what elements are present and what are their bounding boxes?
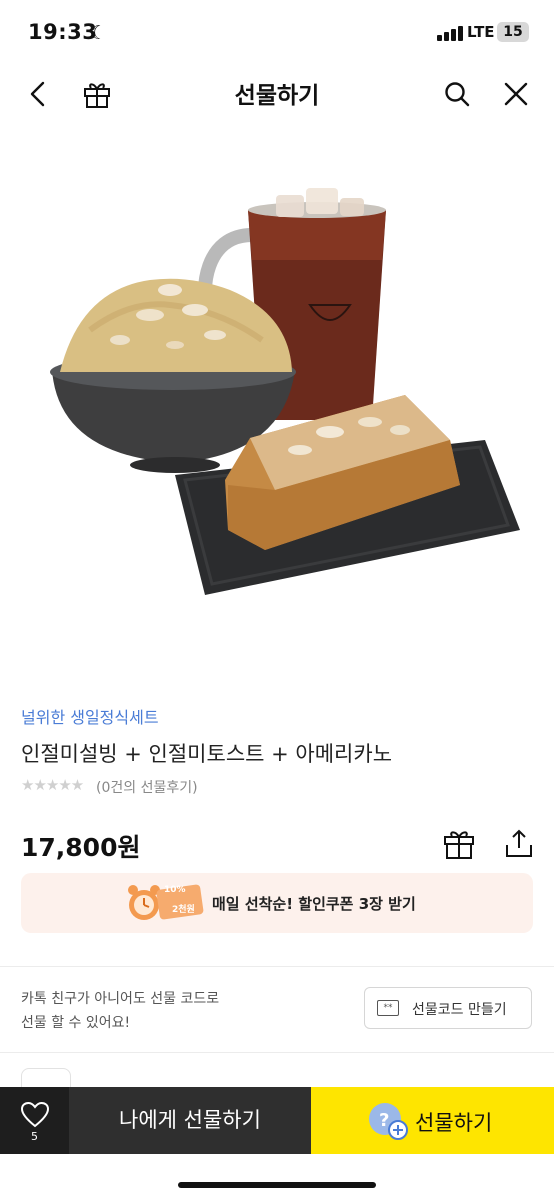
- like-count: 5: [31, 1130, 38, 1143]
- send-gift-label: 선물하기: [415, 1111, 493, 1135]
- brand-link[interactable]: 널위한 생일정식세트: [21, 704, 159, 728]
- search-icon[interactable]: [443, 80, 471, 108]
- coupon-badge-amount: 2천원: [172, 905, 195, 915]
- make-gift-code-label: 선물코드 만들기: [412, 1002, 507, 1018]
- network-type: LTE: [467, 23, 495, 41]
- product-image: [50, 188, 520, 595]
- divider: [0, 966, 554, 967]
- status-time: 19:33: [28, 20, 98, 44]
- code-icon: **: [377, 1000, 399, 1016]
- coupon-badge-percent: 10%: [164, 885, 186, 895]
- review-count-link[interactable]: (0건의 선물후기): [96, 777, 198, 797]
- coupon-text[interactable]: 매일 선착순! 할인쿠폰 3장 받기: [212, 893, 416, 914]
- share-icon[interactable]: [503, 827, 535, 859]
- signal-icon: [437, 25, 463, 41]
- gift-box-icon[interactable]: [442, 827, 476, 861]
- do-not-disturb-icon: ☾: [90, 22, 108, 44]
- like-button[interactable]: 5: [0, 1087, 69, 1154]
- divider: [0, 1052, 554, 1053]
- friend-gift-icon: ?: [369, 1103, 408, 1140]
- svg-text:?: ?: [379, 1110, 389, 1131]
- product-name: 인절미설빙 + 인절미토스트 + 아메리카노: [21, 742, 393, 766]
- home-indicator: [178, 1182, 376, 1188]
- heart-icon: [20, 1101, 50, 1128]
- gift-code-description-line1: 카톡 친구가 아니어도 선물 코드로: [21, 991, 220, 1007]
- product-price: 17,800원: [21, 833, 141, 862]
- battery-indicator: 15: [497, 22, 529, 42]
- make-gift-code-button[interactable]: ** 선물코드 만들기: [364, 987, 532, 1029]
- gift-to-me-button[interactable]: 나에게 선물하기: [69, 1087, 311, 1154]
- rating-stars: ★★★★★: [21, 776, 84, 794]
- send-gift-button[interactable]: ? 선물하기: [311, 1087, 554, 1154]
- close-icon[interactable]: [503, 81, 529, 107]
- gift-code-description-line2: 선물 할 수 있어요!: [21, 1015, 131, 1031]
